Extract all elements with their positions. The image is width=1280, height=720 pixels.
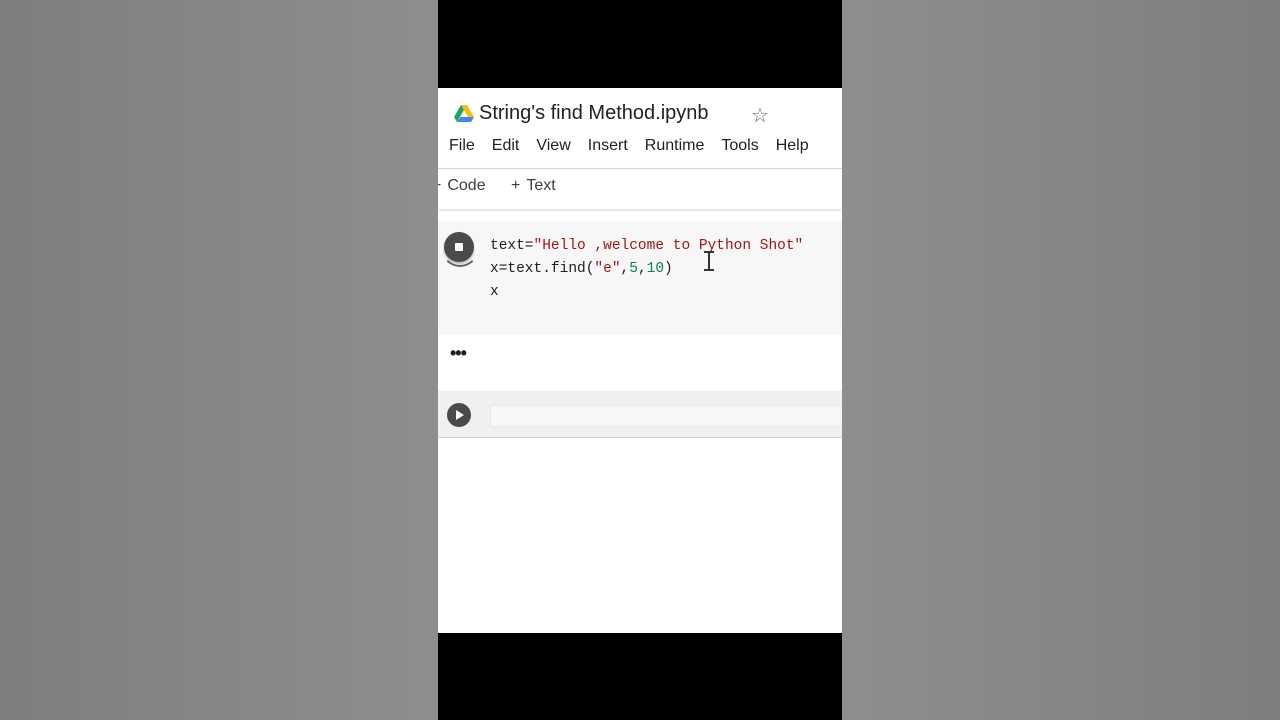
menu-insert[interactable]: Insert bbox=[588, 137, 628, 155]
menu-runtime[interactable]: Runtime bbox=[645, 137, 705, 155]
add-code-button[interactable]: + Code bbox=[438, 177, 486, 195]
code-line-1-string: "Hello ,welcome to Python Shot" bbox=[533, 238, 804, 254]
add-code-label: Code bbox=[447, 177, 486, 194]
code-line-1-var: text= bbox=[490, 238, 534, 254]
code-line-2-close: ) bbox=[664, 261, 673, 277]
menu-file[interactable]: File bbox=[449, 137, 475, 155]
add-text-label: Text bbox=[526, 177, 556, 194]
menu-edit[interactable]: Edit bbox=[492, 137, 520, 155]
notebook-empty-area bbox=[438, 438, 842, 633]
text-cursor-icon bbox=[704, 251, 714, 271]
cell-toolbar: + Code + Text bbox=[438, 169, 842, 209]
code-line-2-comma-2: , bbox=[637, 261, 647, 277]
code-line-2-end: 10 bbox=[646, 261, 665, 277]
background-left bbox=[0, 0, 438, 720]
phone-frame: String's find Method.ipynb ☆ File Edit V… bbox=[438, 0, 842, 720]
cell-gutter bbox=[438, 221, 482, 335]
menu-help[interactable]: Help bbox=[776, 137, 809, 155]
stop-icon[interactable] bbox=[444, 232, 474, 262]
colab-screen: String's find Method.ipynb ☆ File Edit V… bbox=[438, 88, 842, 633]
empty-code-cell[interactable] bbox=[438, 391, 842, 437]
plus-icon: + bbox=[438, 177, 441, 194]
star-icon[interactable]: ☆ bbox=[751, 103, 769, 128]
menu-tools[interactable]: Tools bbox=[721, 137, 758, 155]
code-line-2-string: "e" bbox=[594, 261, 621, 277]
plus-icon: + bbox=[511, 177, 521, 194]
code-line-2-call: x=text.find( bbox=[490, 261, 595, 277]
empty-cell-input[interactable] bbox=[490, 405, 842, 427]
code-line-2-comma-1: , bbox=[620, 261, 630, 277]
google-drive-icon[interactable] bbox=[454, 105, 474, 123]
cell-output: ••• bbox=[438, 335, 842, 389]
add-text-button[interactable]: + Text bbox=[511, 177, 556, 195]
code-line-2-start: 5 bbox=[629, 261, 638, 277]
notebook-title[interactable]: String's find Method.ipynb bbox=[479, 102, 709, 125]
code-line-3: x bbox=[490, 284, 499, 300]
menu-view[interactable]: View bbox=[536, 137, 570, 155]
title-bar: String's find Method.ipynb ☆ File Edit V… bbox=[438, 88, 842, 169]
background-right bbox=[842, 0, 1280, 720]
output-ellipsis[interactable]: ••• bbox=[450, 343, 467, 364]
code-editor[interactable]: text="Hello ,welcome to Python Shot" x=t… bbox=[490, 235, 803, 304]
play-icon[interactable] bbox=[447, 403, 471, 427]
menu-bar: File Edit View Insert Runtime Tools Help bbox=[449, 137, 826, 155]
code-cell[interactable]: text="Hello ,welcome to Python Shot" x=t… bbox=[438, 221, 842, 335]
